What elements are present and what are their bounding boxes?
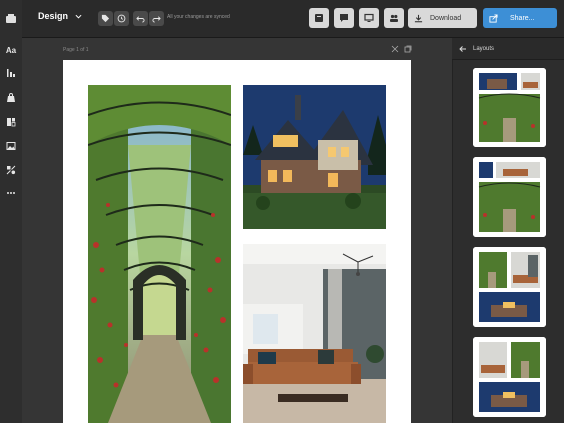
duplicate-page-icon[interactable]	[404, 45, 412, 53]
chart-icon	[7, 69, 15, 77]
sidebar-item-layouts[interactable]	[0, 114, 22, 130]
sidebar-item-more[interactable]	[0, 185, 22, 201]
top-bar: Design All your changes are synced Downl…	[0, 0, 564, 38]
sidebar-item-shapes[interactable]	[0, 162, 22, 178]
monitor-icon	[364, 13, 374, 22]
download-icon	[414, 14, 423, 22]
download-button[interactable]: Download	[408, 8, 477, 28]
collaborators-button[interactable]	[384, 8, 404, 28]
undo-icon	[136, 16, 145, 23]
page-label: Page 1 of 1	[63, 47, 89, 53]
share-button[interactable]: Share...	[483, 8, 557, 28]
layout-thumbnail-4[interactable]	[473, 337, 546, 417]
logo-icon[interactable]	[0, 0, 22, 38]
people-icon	[390, 14, 398, 22]
layout-thumbnail-2[interactable]	[473, 157, 546, 237]
share-icon	[489, 13, 498, 23]
more-icon	[7, 192, 15, 194]
arrow-left-icon[interactable]	[459, 45, 467, 53]
notes-button[interactable]	[309, 8, 329, 28]
redo-icon	[152, 16, 161, 23]
layouts-panel-header[interactable]: Layouts	[452, 38, 564, 60]
living-room-photo[interactable]	[243, 244, 386, 423]
bag-icon	[7, 93, 15, 102]
sidebar-item-charts[interactable]	[0, 65, 22, 81]
design-menu-label: Design	[38, 11, 69, 21]
layout-thumbnail-1[interactable]	[473, 68, 546, 147]
tag-icon	[101, 14, 110, 23]
house-photo[interactable]	[243, 85, 386, 229]
design-menu[interactable]: Design	[38, 11, 82, 21]
layouts-panel-title: Layouts	[473, 45, 495, 52]
tag-button[interactable]	[98, 11, 113, 26]
present-button[interactable]	[359, 8, 379, 28]
garden-arch-photo[interactable]	[88, 85, 231, 423]
app-window: Design All your changes are synced Downl…	[0, 0, 564, 423]
comment-button[interactable]	[334, 8, 354, 28]
history-button[interactable]	[114, 11, 129, 26]
sidebar-item-images[interactable]	[0, 138, 22, 154]
comment-icon	[340, 14, 348, 22]
notes-icon	[315, 14, 323, 22]
crop-icon[interactable]	[391, 45, 399, 53]
layout-thumbnail-3[interactable]	[473, 247, 546, 327]
image-icon	[6, 142, 16, 150]
download-label: Download	[430, 14, 462, 22]
shapes-icon	[6, 165, 16, 175]
share-label: Share...	[510, 14, 535, 22]
clock-icon	[117, 14, 126, 23]
redo-button[interactable]	[149, 11, 164, 26]
tool-sidebar: Aa	[0, 38, 22, 423]
sidebar-item-elements[interactable]	[0, 90, 22, 106]
layout-icon	[7, 118, 16, 127]
text-icon: Aa	[5, 45, 17, 55]
chevron-down-icon	[75, 14, 82, 19]
sidebar-item-text[interactable]: Aa	[0, 42, 22, 58]
sync-status: All your changes are synced	[167, 14, 230, 20]
undo-button[interactable]	[133, 11, 148, 26]
